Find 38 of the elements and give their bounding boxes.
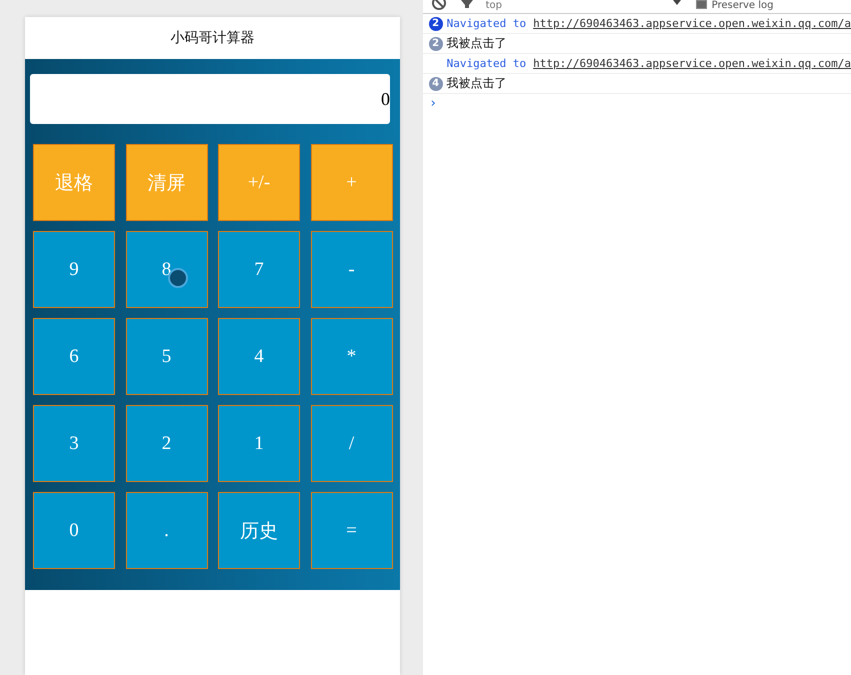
url-link[interactable]: http://690463463.appservice.open.weixin.qq.com/a [533,17,851,30]
dropdown-caret-icon [672,0,681,5]
calculator-key[interactable]: . [126,492,208,569]
calculator-key[interactable]: 9 [33,231,115,308]
url-link[interactable]: http://690463463.appservice.open.weixin.qq.com/a [533,57,851,70]
message-count-badge: 2 [428,36,443,50]
calculator-key[interactable]: + [310,144,392,221]
console-prompt[interactable]: › [430,96,436,111]
app-title: 小码哥计算器 [170,29,254,47]
navigation-message: Navigated to [446,57,526,70]
log-message: 我被点击了 [446,75,507,92]
calculator-key[interactable]: 4 [218,318,300,395]
calculator-key[interactable]: 6 [33,318,115,395]
preserve-log-label: Preserve log [712,0,774,12]
calculator-key[interactable]: 历史 [218,492,300,569]
calculator-key[interactable]: +/- [218,144,300,221]
calculator-key[interactable]: * [310,318,392,395]
calculator-key[interactable]: 3 [33,405,115,482]
calculator-key[interactable]: = [310,492,392,569]
navigation-message: Navigated to [446,17,526,30]
message-count-badge: 4 [428,76,443,90]
log-message: 我被点击了 [446,35,507,52]
calculator-key[interactable]: 5 [126,318,208,395]
message-count-badge: 2 [428,16,443,30]
preserve-log-checkbox[interactable] [696,0,707,9]
calculator-key[interactable]: 8 [126,231,208,308]
context-selector[interactable]: top [486,0,502,12]
calculator-key[interactable]: 退格 [33,144,115,221]
filter-icon[interactable] [460,0,473,8]
calculator-key[interactable]: 2 [126,405,208,482]
calculator-key[interactable]: 0 [33,492,115,569]
calculator-key[interactable]: 7 [218,231,300,308]
calculator-key[interactable]: / [310,405,392,482]
calculator-key[interactable]: 清屏 [126,144,208,221]
calculator-key[interactable]: - [310,231,392,308]
block-icon[interactable] [432,0,446,10]
display-field: 0 [30,74,390,124]
calculator-key[interactable]: 1 [218,405,300,482]
